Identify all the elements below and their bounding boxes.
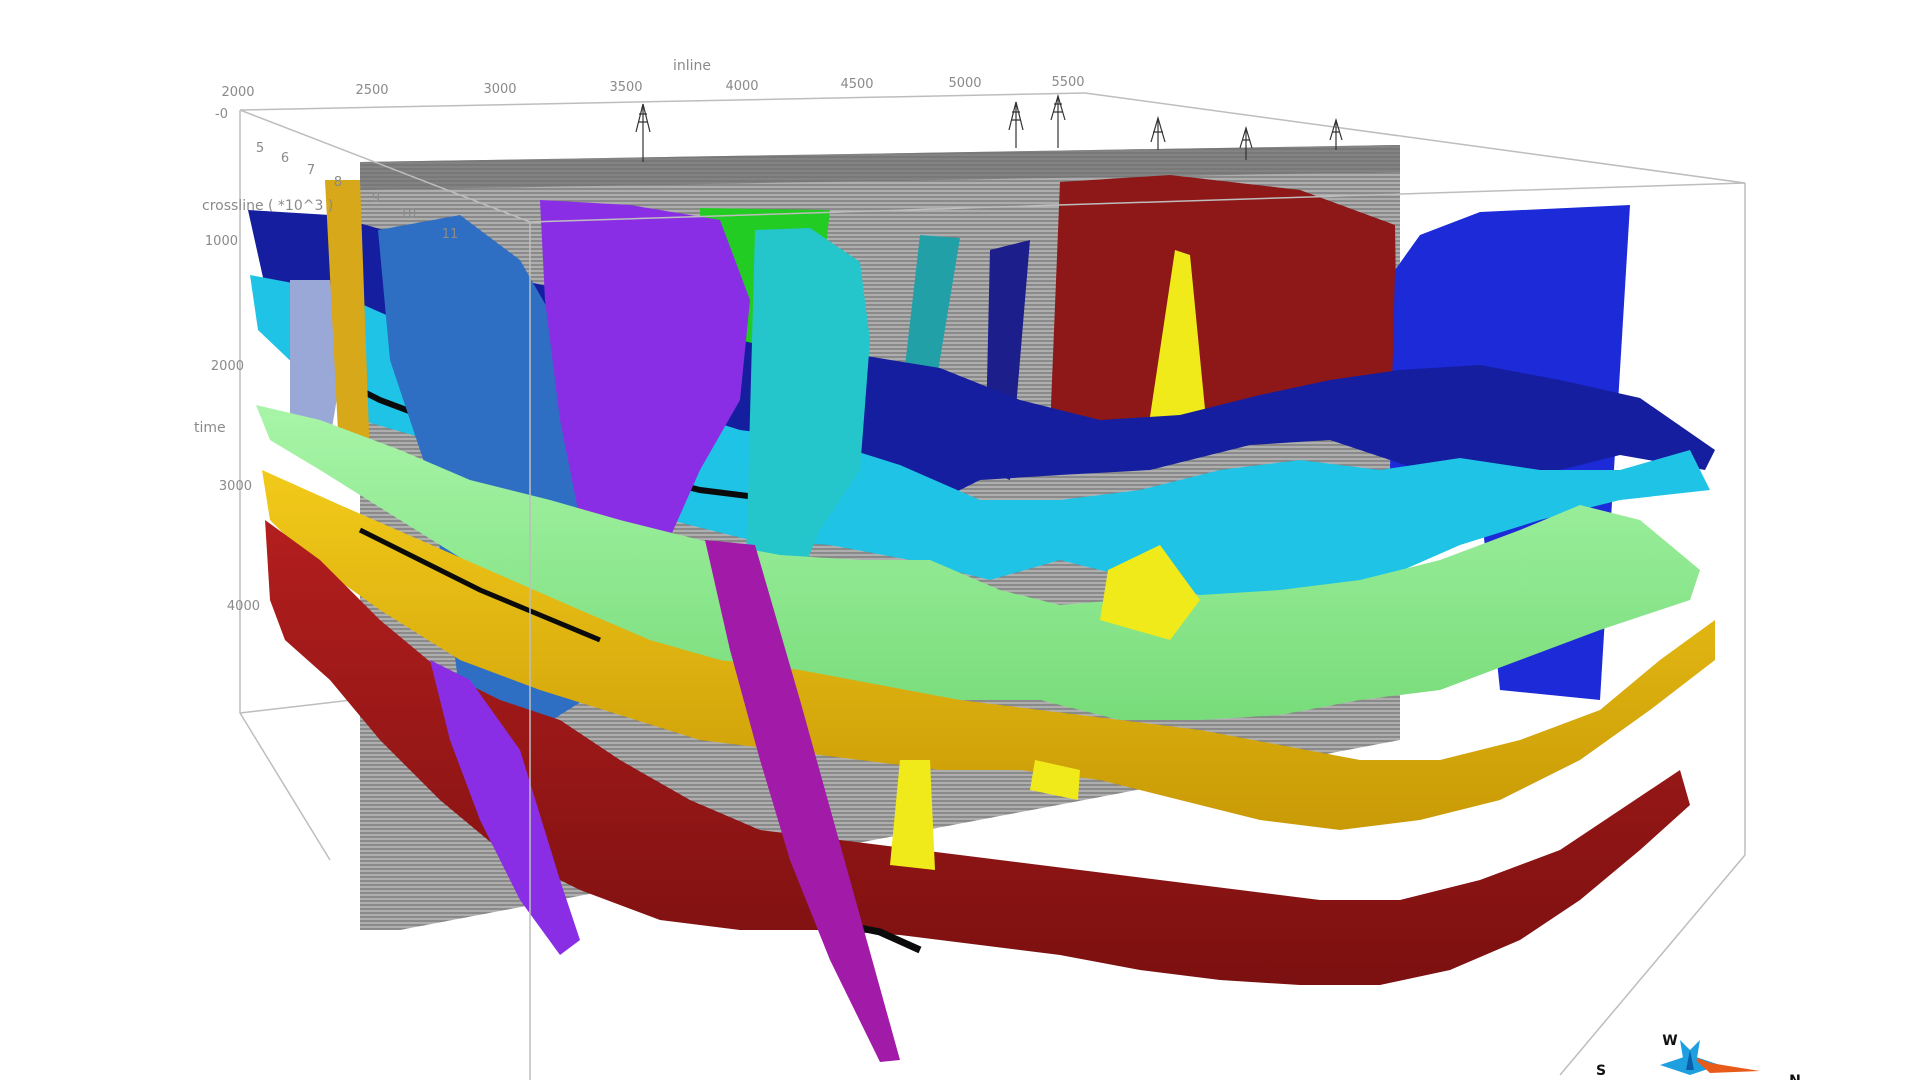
time-tick: 2000 [211, 359, 244, 374]
crossline-tick: 7 [307, 163, 315, 178]
3d-seismic-viewport[interactable]: inline 2000 2500 3000 3500 4000 4500 500… [0, 0, 1920, 1080]
crossline-tick: 9 [372, 191, 380, 206]
crossline-tick: 6 [281, 151, 289, 166]
crossline-tick: 8 [334, 175, 342, 190]
compass-north-label: N [1789, 1073, 1801, 1080]
well-1 [635, 103, 651, 162]
inline-axis-title: inline [673, 58, 711, 74]
inline-tick: 5000 [948, 76, 981, 91]
inline-tick: 4500 [840, 77, 873, 92]
inline-tick: 2000 [221, 85, 254, 100]
compass-west-label: W [1662, 1033, 1677, 1049]
compass[interactable]: S W N [1596, 1033, 1801, 1080]
time-axis: -0 1000 2000 time 3000 4000 [194, 107, 260, 614]
crossline-axis-title: crossline ( *10^3 ) [202, 198, 333, 214]
crossline-tick: 5 [256, 141, 264, 156]
inline-axis: inline 2000 2500 3000 3500 4000 4500 500… [221, 58, 1084, 100]
time-tick: 4000 [227, 599, 260, 614]
time-tick: 3000 [219, 479, 252, 494]
time-tick: -0 [215, 107, 228, 122]
crossline-tick: 11 [442, 227, 459, 242]
inline-tick: 5500 [1051, 75, 1084, 90]
inline-tick: 3500 [609, 80, 642, 95]
time-axis-title: time [194, 420, 226, 436]
inline-tick: 4000 [725, 79, 758, 94]
crossline-tick: 10 [400, 207, 417, 222]
well-3 [1050, 93, 1066, 148]
time-tick: 1000 [205, 234, 238, 249]
well-2 [1008, 101, 1024, 148]
compass-south-label: S [1596, 1063, 1606, 1079]
well-4 [1150, 115, 1166, 150]
well-6 [1329, 117, 1343, 150]
inline-tick: 3000 [483, 82, 516, 97]
inline-tick: 2500 [355, 83, 388, 98]
